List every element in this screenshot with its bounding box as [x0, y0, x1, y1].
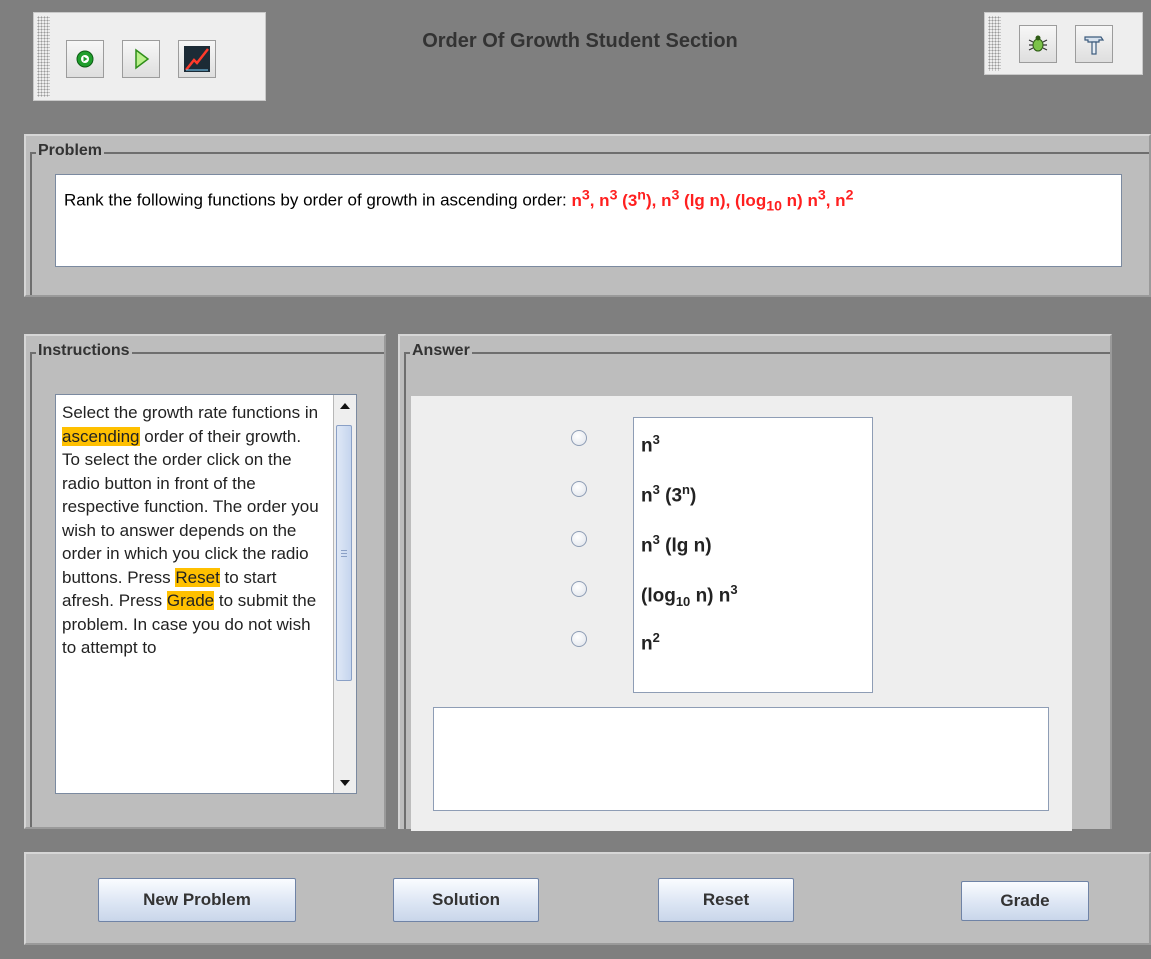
- play-circle-icon: [76, 50, 94, 68]
- radio-option-1[interactable]: [571, 430, 587, 446]
- radio-option-5[interactable]: [571, 631, 587, 647]
- solution-button[interactable]: Solution: [393, 878, 539, 922]
- new-problem-button[interactable]: New Problem: [98, 878, 296, 922]
- radio-option-3[interactable]: [571, 531, 587, 547]
- answer-area: n3 n3 (3n) n3 (lg n) (log10 n) n3 n2: [411, 396, 1072, 831]
- toolbar-grip[interactable]: [988, 16, 1001, 71]
- problem-functions: n3, n3 (3n), n3 (lg n), (log10 n) n3, n2: [571, 187, 854, 215]
- toolbar-grip[interactable]: [37, 16, 50, 97]
- function-option-2: n3 (3n): [641, 482, 697, 507]
- step-forward-icon: [135, 48, 150, 70]
- radio-option-2[interactable]: [571, 481, 587, 497]
- function-option-4: (log10 n) n3: [641, 582, 738, 610]
- feedback-box: [433, 707, 1049, 811]
- function-option-5: n2: [641, 630, 660, 655]
- growth-chart-icon: [184, 46, 210, 72]
- instructions-panel: Instructions Select the growth rate func…: [24, 334, 386, 829]
- problem-prefix: Rank the following functions by order of…: [64, 190, 572, 210]
- scroll-up-arrow-icon[interactable]: [336, 397, 353, 414]
- bug-icon: [1028, 35, 1048, 52]
- instructions-text-area[interactable]: Select the growth rate functions in asce…: [55, 394, 357, 794]
- button-bar: New Problem Solution Reset Grade: [24, 852, 1151, 945]
- radio-option-4[interactable]: [571, 581, 587, 597]
- chart-button[interactable]: [178, 40, 216, 78]
- scroll-down-arrow-icon[interactable]: [336, 774, 353, 791]
- build-button[interactable]: [1075, 25, 1113, 63]
- reset-button[interactable]: Reset: [658, 878, 794, 922]
- problem-text-box: Rank the following functions by order of…: [55, 174, 1122, 267]
- step-button[interactable]: [122, 40, 160, 78]
- grade-button[interactable]: Grade: [961, 881, 1089, 921]
- function-option-3: n3 (lg n): [641, 532, 712, 557]
- run-toolbar: [33, 12, 266, 101]
- debug-button[interactable]: [1019, 25, 1057, 63]
- hammer-icon: [1084, 36, 1105, 55]
- problem-legend: Problem: [36, 141, 105, 161]
- problem-panel: Problem Rank the following functions by …: [24, 134, 1151, 297]
- function-list: n3 n3 (3n) n3 (lg n) (log10 n) n3 n2: [633, 417, 873, 693]
- run-button[interactable]: [66, 40, 104, 78]
- tools-toolbar: [984, 12, 1143, 75]
- instructions-text: Select the growth rate functions in asce…: [62, 403, 319, 657]
- answer-panel: Answer n3 n3 (3n) n3 (lg n) (log10 n) n3…: [398, 334, 1112, 831]
- function-option-1: n3: [641, 432, 660, 457]
- instructions-scrollbar[interactable]: [333, 395, 356, 793]
- scrollbar-thumb[interactable]: [336, 425, 352, 681]
- app-title: Order Of Growth Student Section: [422, 30, 738, 52]
- instructions-legend: Instructions: [36, 341, 132, 361]
- answer-legend: Answer: [410, 341, 472, 361]
